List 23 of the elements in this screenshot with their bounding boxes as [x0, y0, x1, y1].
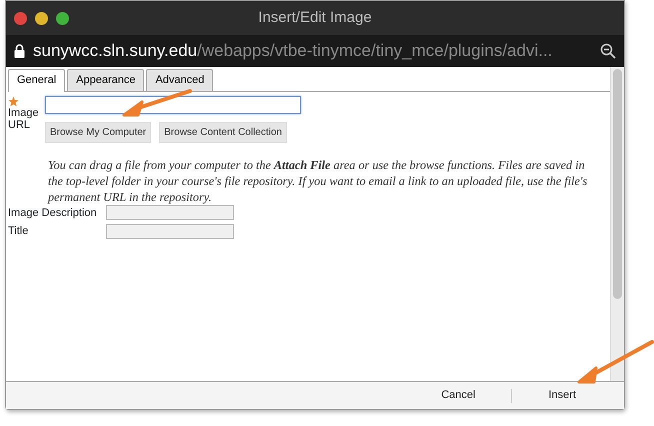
zoom-out-icon[interactable] — [600, 43, 616, 59]
zoom-button[interactable] — [56, 12, 69, 24]
annotation-arrow — [122, 89, 192, 116]
insert-button[interactable]: Insert — [530, 384, 594, 407]
field-label: Image Description — [8, 206, 98, 220]
tab[interactable]: General — [8, 69, 66, 92]
scrollbar-thumb[interactable] — [613, 69, 622, 299]
cancel-button[interactable]: Cancel — [423, 384, 494, 407]
window-title: Insert/Edit Image — [258, 8, 372, 26]
image-url-label: Image URL — [8, 106, 40, 130]
tab[interactable]: Advanced — [146, 69, 214, 90]
browse-button[interactable]: Browse My Computer — [45, 122, 152, 142]
browse-button[interactable]: Browse Content Collection — [159, 122, 287, 142]
image-url-field[interactable] — [45, 96, 301, 114]
minimize-button[interactable] — [35, 12, 48, 24]
url-text: sunywcc.sln.suny.edu/webapps/vtbe-tinymce/tiny_mce/plugins/advi... — [33, 40, 552, 62]
help-text: You can drag a file from your computer to the Attach File area or use the browse functions. Files are saved in the top-level folder in your course's file repository. If you want to email a link to an uploaded file, use the file's permanent URL in the repository. — [48, 156, 588, 204]
tab[interactable]: Appearance — [67, 69, 144, 90]
lock-icon — [14, 44, 25, 58]
text-field[interactable] — [106, 224, 234, 239]
text-field[interactable] — [106, 205, 234, 220]
field-label: Title — [8, 224, 30, 239]
close-button[interactable] — [14, 12, 27, 24]
